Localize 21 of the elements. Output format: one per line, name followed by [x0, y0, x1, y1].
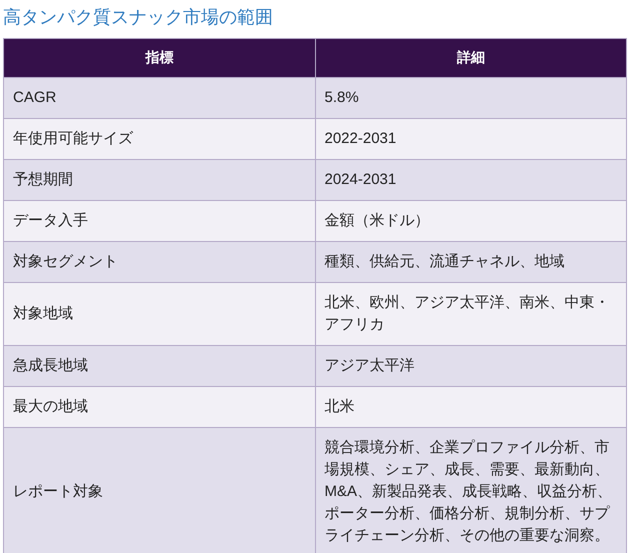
table-cell: 最大の地域: [4, 386, 315, 428]
table-cell: 年使用可能サイズ: [4, 118, 315, 160]
table-cell: 競合環境分析、企業プロファイル分析、市場規模、シェア、成長、需要、最新動向、M&A、新製品発表、成長戦略、収益分析、ポーター分析、価格分析、規制分析、サプライチェーン分析、その他の重要な洞察。: [315, 428, 626, 553]
table-cell: 予想期間: [4, 160, 315, 200]
table-cell: 北米: [315, 386, 626, 428]
table-cell: 5.8%: [315, 78, 626, 118]
table-cell: データ入手: [4, 200, 315, 242]
column-header: 指標: [4, 38, 315, 78]
table-cell: 2024-2031: [315, 160, 626, 200]
table-cell: 種類、供給元、流通チャネル、地域: [315, 242, 626, 282]
table-cell: レポート対象: [4, 428, 315, 553]
table-cell: 対象地域: [4, 282, 315, 346]
table-cell: 金額（米ドル）: [315, 200, 626, 242]
table-cell: 急成長地域: [4, 346, 315, 386]
table-cell: 対象セグメント: [4, 242, 315, 282]
table-cell: CAGR: [4, 78, 315, 118]
table-cell: アジア太平洋: [315, 346, 626, 386]
column-header: 詳細: [315, 38, 626, 78]
table-cell: 北米、欧州、アジア太平洋、南米、中東・アフリカ: [315, 282, 626, 346]
table-cell: 2022-2031: [315, 118, 626, 160]
section-title: 高タンパク質スナック市場の範囲: [3, 6, 274, 29]
